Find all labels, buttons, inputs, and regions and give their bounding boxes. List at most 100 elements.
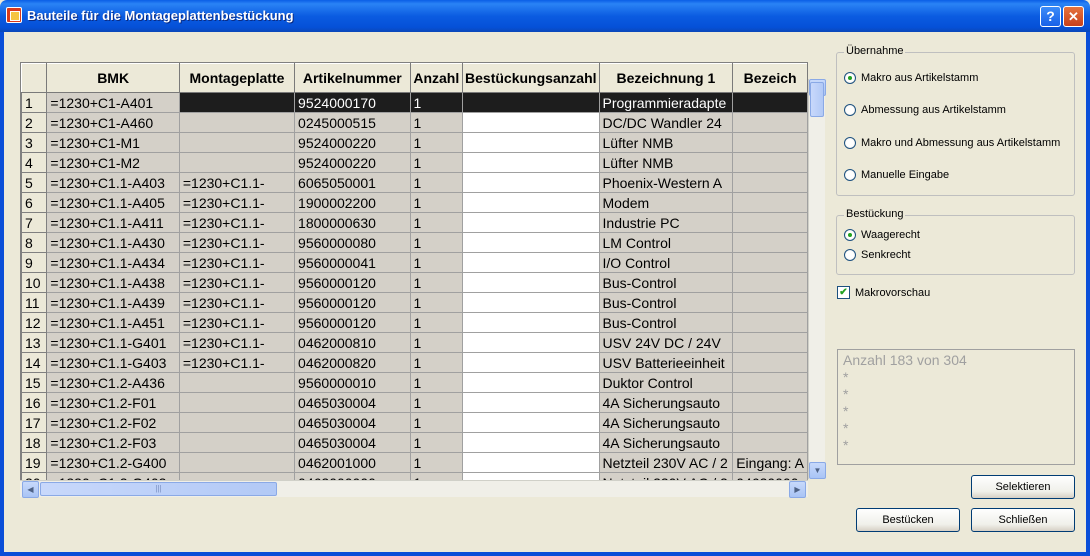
- cell-anzahl[interactable]: 1: [409, 92, 464, 113]
- table-row[interactable]: 16 =1230+C1.2-F01 0465030004 1 4A Sicherungs…: [21, 392, 808, 413]
- table-row[interactable]: 1 =1230+C1-A401 9524000170 1 Programmieradap…: [21, 92, 808, 113]
- cell-bestueckungsanzahl[interactable]: [462, 352, 600, 373]
- cell-anzahl[interactable]: 1: [409, 212, 464, 233]
- cell-bestueckungsanzahl[interactable]: [462, 432, 600, 453]
- table-row[interactable]: 9 =1230+C1.1-A434 =1230+C1.1- 9560000041 1 I/…: [21, 252, 808, 273]
- cell-bezeichnung-1[interactable]: 4A Sicherungsauto: [598, 432, 734, 453]
- cell-bezeichnung-1[interactable]: LM Control: [598, 232, 734, 253]
- cell-bezeichnung-1[interactable]: USV 24V DC / 24V: [598, 332, 734, 353]
- cell-montageplatte[interactable]: =1230+C1.1-: [178, 272, 296, 293]
- scroll-right-arrow[interactable]: ▶: [789, 481, 806, 498]
- scroll-left-arrow[interactable]: ◀: [22, 481, 39, 498]
- table-row[interactable]: 20=1230+C1.2-G402 04620000001 Netzteil 230…: [21, 472, 808, 480]
- radio-manuelle-eingabe[interactable]: Manuelle Eingabe: [844, 169, 949, 181]
- bestuecken-button[interactable]: Bestücken: [856, 508, 960, 532]
- cell-bezeichnung-2[interactable]: [732, 332, 808, 353]
- cell-anzahl[interactable]: 1: [409, 252, 464, 273]
- cell-montageplatte[interactable]: [178, 372, 296, 393]
- cell-anzahl[interactable]: 1: [409, 312, 464, 333]
- cell-anzahl[interactable]: 1: [409, 272, 464, 293]
- cell-bestueckungsanzahl[interactable]: [462, 112, 600, 133]
- cell-bestueckungsanzahl[interactable]: [462, 252, 600, 273]
- cell-bezeichnung-2[interactable]: [732, 92, 808, 113]
- cell-artikelnummer[interactable]: 0462000810: [294, 332, 411, 353]
- cell-bezeichnung-2[interactable]: Eingang: A: [732, 452, 808, 473]
- cell-bezeichnung-2[interactable]: [732, 192, 808, 213]
- cell-montageplatte[interactable]: =1230+C1.1-: [178, 192, 296, 213]
- cell-montageplatte[interactable]: [178, 392, 296, 413]
- cell-bezeichnung-2[interactable]: [732, 172, 808, 193]
- cell-bezeichnung-1[interactable]: Lüfter NMB: [598, 152, 734, 173]
- cell-anzahl[interactable]: 1: [409, 432, 464, 453]
- cell-artikelnummer[interactable]: 0465030004: [294, 412, 411, 433]
- cell-bmk[interactable]: =1230+C1.2-G402: [46, 472, 180, 480]
- cell-montageplatte[interactable]: =1230+C1.1-: [178, 312, 296, 333]
- makrovorschau-checkbox[interactable]: ✔ Makrovorschau: [837, 286, 930, 299]
- cell-artikelnummer[interactable]: 9524000220: [294, 132, 411, 153]
- cell-artikelnummer[interactable]: 1900002200: [294, 192, 411, 213]
- table-row[interactable]: 10 =1230+C1.1-A438 =1230+C1.1- 9560000120 1 B…: [21, 272, 808, 293]
- cell-bezeichnung-2[interactable]: 04620000: [732, 472, 808, 480]
- cell-anzahl[interactable]: 1: [409, 332, 464, 353]
- cell-bmk[interactable]: =1230+C1-M1: [46, 132, 180, 153]
- cell-montageplatte[interactable]: [178, 152, 296, 173]
- cell-montageplatte[interactable]: =1230+C1.1-: [178, 352, 296, 373]
- cell-bestueckungsanzahl[interactable]: [462, 152, 600, 173]
- col-header-artikelnummer[interactable]: Artikelnummer: [294, 63, 411, 93]
- vertical-scroll-thumb[interactable]: [810, 82, 824, 117]
- cell-artikelnummer[interactable]: 0462000820: [294, 352, 411, 373]
- cell-montageplatte[interactable]: [178, 132, 296, 153]
- cell-bmk[interactable]: =1230+C1.1-A411: [46, 212, 180, 233]
- cell-bestueckungsanzahl[interactable]: [462, 332, 600, 353]
- cell-montageplatte[interactable]: [178, 412, 296, 433]
- table-row[interactable]: 3 =1230+C1-M1 9524000220 1 Lüfter NMB: [21, 132, 808, 153]
- cell-anzahl[interactable]: 1: [409, 412, 464, 433]
- cell-bezeichnung-2[interactable]: [732, 232, 808, 253]
- col-header-anzahl[interactable]: Anzahl: [409, 63, 464, 93]
- cell-artikelnummer[interactable]: 9560000120: [294, 312, 411, 333]
- cell-artikelnummer[interactable]: 9560000041: [294, 252, 411, 273]
- cell-anzahl[interactable]: 1: [409, 352, 464, 373]
- cell-bmk[interactable]: =1230+C1.2-G400: [46, 452, 180, 473]
- cell-artikelnummer[interactable]: 0462000000: [294, 472, 411, 480]
- table-row[interactable]: 2 =1230+C1-A460 0245000515 1 DC/DC Wandler 2…: [21, 112, 808, 133]
- cell-bezeichnung-1[interactable]: Netzteil 230V AC / 2: [598, 472, 734, 480]
- cell-artikelnummer[interactable]: 9560000080: [294, 232, 411, 253]
- cell-bmk[interactable]: =1230+C1.1-A405: [46, 192, 180, 213]
- cell-bezeichnung-1[interactable]: Duktor Control: [598, 372, 734, 393]
- cell-bezeichnung-2[interactable]: [732, 312, 808, 333]
- selektieren-button[interactable]: Selektieren: [971, 475, 1075, 499]
- table-row[interactable]: 17 =1230+C1.2-F02 0465030004 1 4A Sicherungs…: [21, 412, 808, 433]
- radio-makro-aus-artikelstamm[interactable]: Makro aus Artikelstamm: [844, 72, 978, 84]
- cell-bestueckungsanzahl[interactable]: [462, 472, 600, 480]
- cell-anzahl[interactable]: 1: [409, 452, 464, 473]
- cell-artikelnummer[interactable]: 9524000220: [294, 152, 411, 173]
- cell-bezeichnung-1[interactable]: 4A Sicherungsauto: [598, 392, 734, 413]
- col-header-montageplatte[interactable]: Montageplatte: [178, 63, 296, 93]
- cell-bezeichnung-1[interactable]: Lüfter NMB: [598, 132, 734, 153]
- cell-bmk[interactable]: =1230+C1.2-A436: [46, 372, 180, 393]
- cell-bmk[interactable]: =1230+C1.1-A403: [46, 172, 180, 193]
- cell-bmk[interactable]: =1230+C1.1-A439: [46, 292, 180, 313]
- cell-montageplatte[interactable]: [178, 112, 296, 133]
- table-row[interactable]: 11 =1230+C1.1-A439 =1230+C1.1- 9560000120 1 B…: [21, 292, 808, 313]
- table-row[interactable]: 15 =1230+C1.2-A436 9560000010 1 Duktor Contr…: [21, 372, 808, 393]
- parts-grid[interactable]: BMK Montageplatte Artikelnummer Anzahl B…: [20, 62, 808, 480]
- cell-bezeichnung-1[interactable]: Industrie PC: [598, 212, 734, 233]
- horizontal-scrollbar[interactable]: ◀ ||| ▶: [20, 480, 808, 498]
- cell-bezeichnung-2[interactable]: [732, 252, 808, 273]
- cell-bezeichnung-1[interactable]: Programmieradapte: [598, 92, 734, 113]
- cell-bmk[interactable]: =1230+C1.2-F03: [46, 432, 180, 453]
- cell-artikelnummer[interactable]: 0465030004: [294, 392, 411, 413]
- cell-bmk[interactable]: =1230+C1.1-G403: [46, 352, 180, 373]
- cell-montageplatte[interactable]: [178, 472, 296, 480]
- cell-montageplatte[interactable]: =1230+C1.1-: [178, 292, 296, 313]
- cell-artikelnummer[interactable]: 9524000170: [294, 92, 411, 113]
- col-header-bezeichnung-2[interactable]: Bezeich: [732, 63, 808, 93]
- cell-bmk[interactable]: =1230+C1.1-A434: [46, 252, 180, 273]
- cell-bmk[interactable]: =1230+C1-M2: [46, 152, 180, 173]
- cell-bezeichnung-1[interactable]: Bus-Control: [598, 272, 734, 293]
- cell-anzahl[interactable]: 1: [409, 232, 464, 253]
- cell-bezeichnung-1[interactable]: I/O Control: [598, 252, 734, 273]
- cell-bestueckungsanzahl[interactable]: [462, 132, 600, 153]
